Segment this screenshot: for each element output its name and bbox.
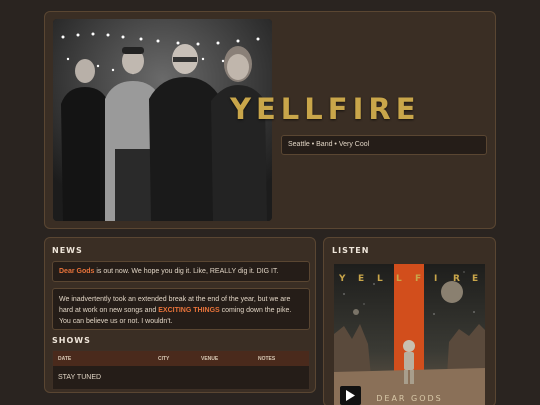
play-icon — [346, 390, 355, 401]
column-date: DATE — [58, 356, 72, 362]
album-letter: F — [415, 274, 422, 284]
album-letter: E — [472, 274, 479, 284]
album-letter: L — [396, 274, 402, 284]
news-item: Dear Gods is out now. We hope you dig it… — [52, 261, 310, 282]
shows-header-row: DATE CITY VENUE NOTES — [53, 351, 309, 366]
news-text: is out now. We hope you dig it. Like, RE… — [94, 268, 279, 275]
album-letter: E — [358, 274, 365, 284]
album-letter: I — [434, 274, 438, 284]
album-cover-image — [334, 264, 485, 405]
listen-panel: LISTEN Y E L L F I R E DEAR GODS — [323, 237, 496, 405]
play-button[interactable] — [340, 386, 361, 405]
news-item: We inadvertently took an extended break … — [52, 288, 310, 330]
news-link-exciting-things[interactable]: EXCITING THINGS — [158, 307, 219, 314]
news-panel: NEWS Dear Gods is out now. We hope you d… — [44, 237, 316, 393]
table-row: STAY TUNED — [58, 374, 102, 381]
album-letter: L — [377, 274, 383, 284]
column-notes: NOTES — [258, 356, 276, 362]
news-link-dear-gods[interactable]: Dear Gods — [59, 268, 94, 275]
album-letter: R — [453, 274, 460, 284]
album-art: Y E L L F I R E DEAR GODS — [334, 264, 485, 405]
album-letter: Y — [339, 274, 346, 284]
listen-title: LISTEN — [332, 246, 370, 255]
band-tags: Seattle • Band • Very Cool — [281, 135, 487, 155]
column-venue: VENUE — [201, 356, 219, 362]
shows-title: SHOWS — [52, 336, 91, 345]
band-title: YELLFIRE — [230, 92, 421, 126]
news-title: NEWS — [52, 246, 83, 255]
shows-table: DATE CITY VENUE NOTES STAY TUNED — [52, 350, 310, 390]
hero-panel: YELLFIRE Seattle • Band • Very Cool — [44, 11, 496, 229]
column-city: CITY — [158, 356, 170, 362]
